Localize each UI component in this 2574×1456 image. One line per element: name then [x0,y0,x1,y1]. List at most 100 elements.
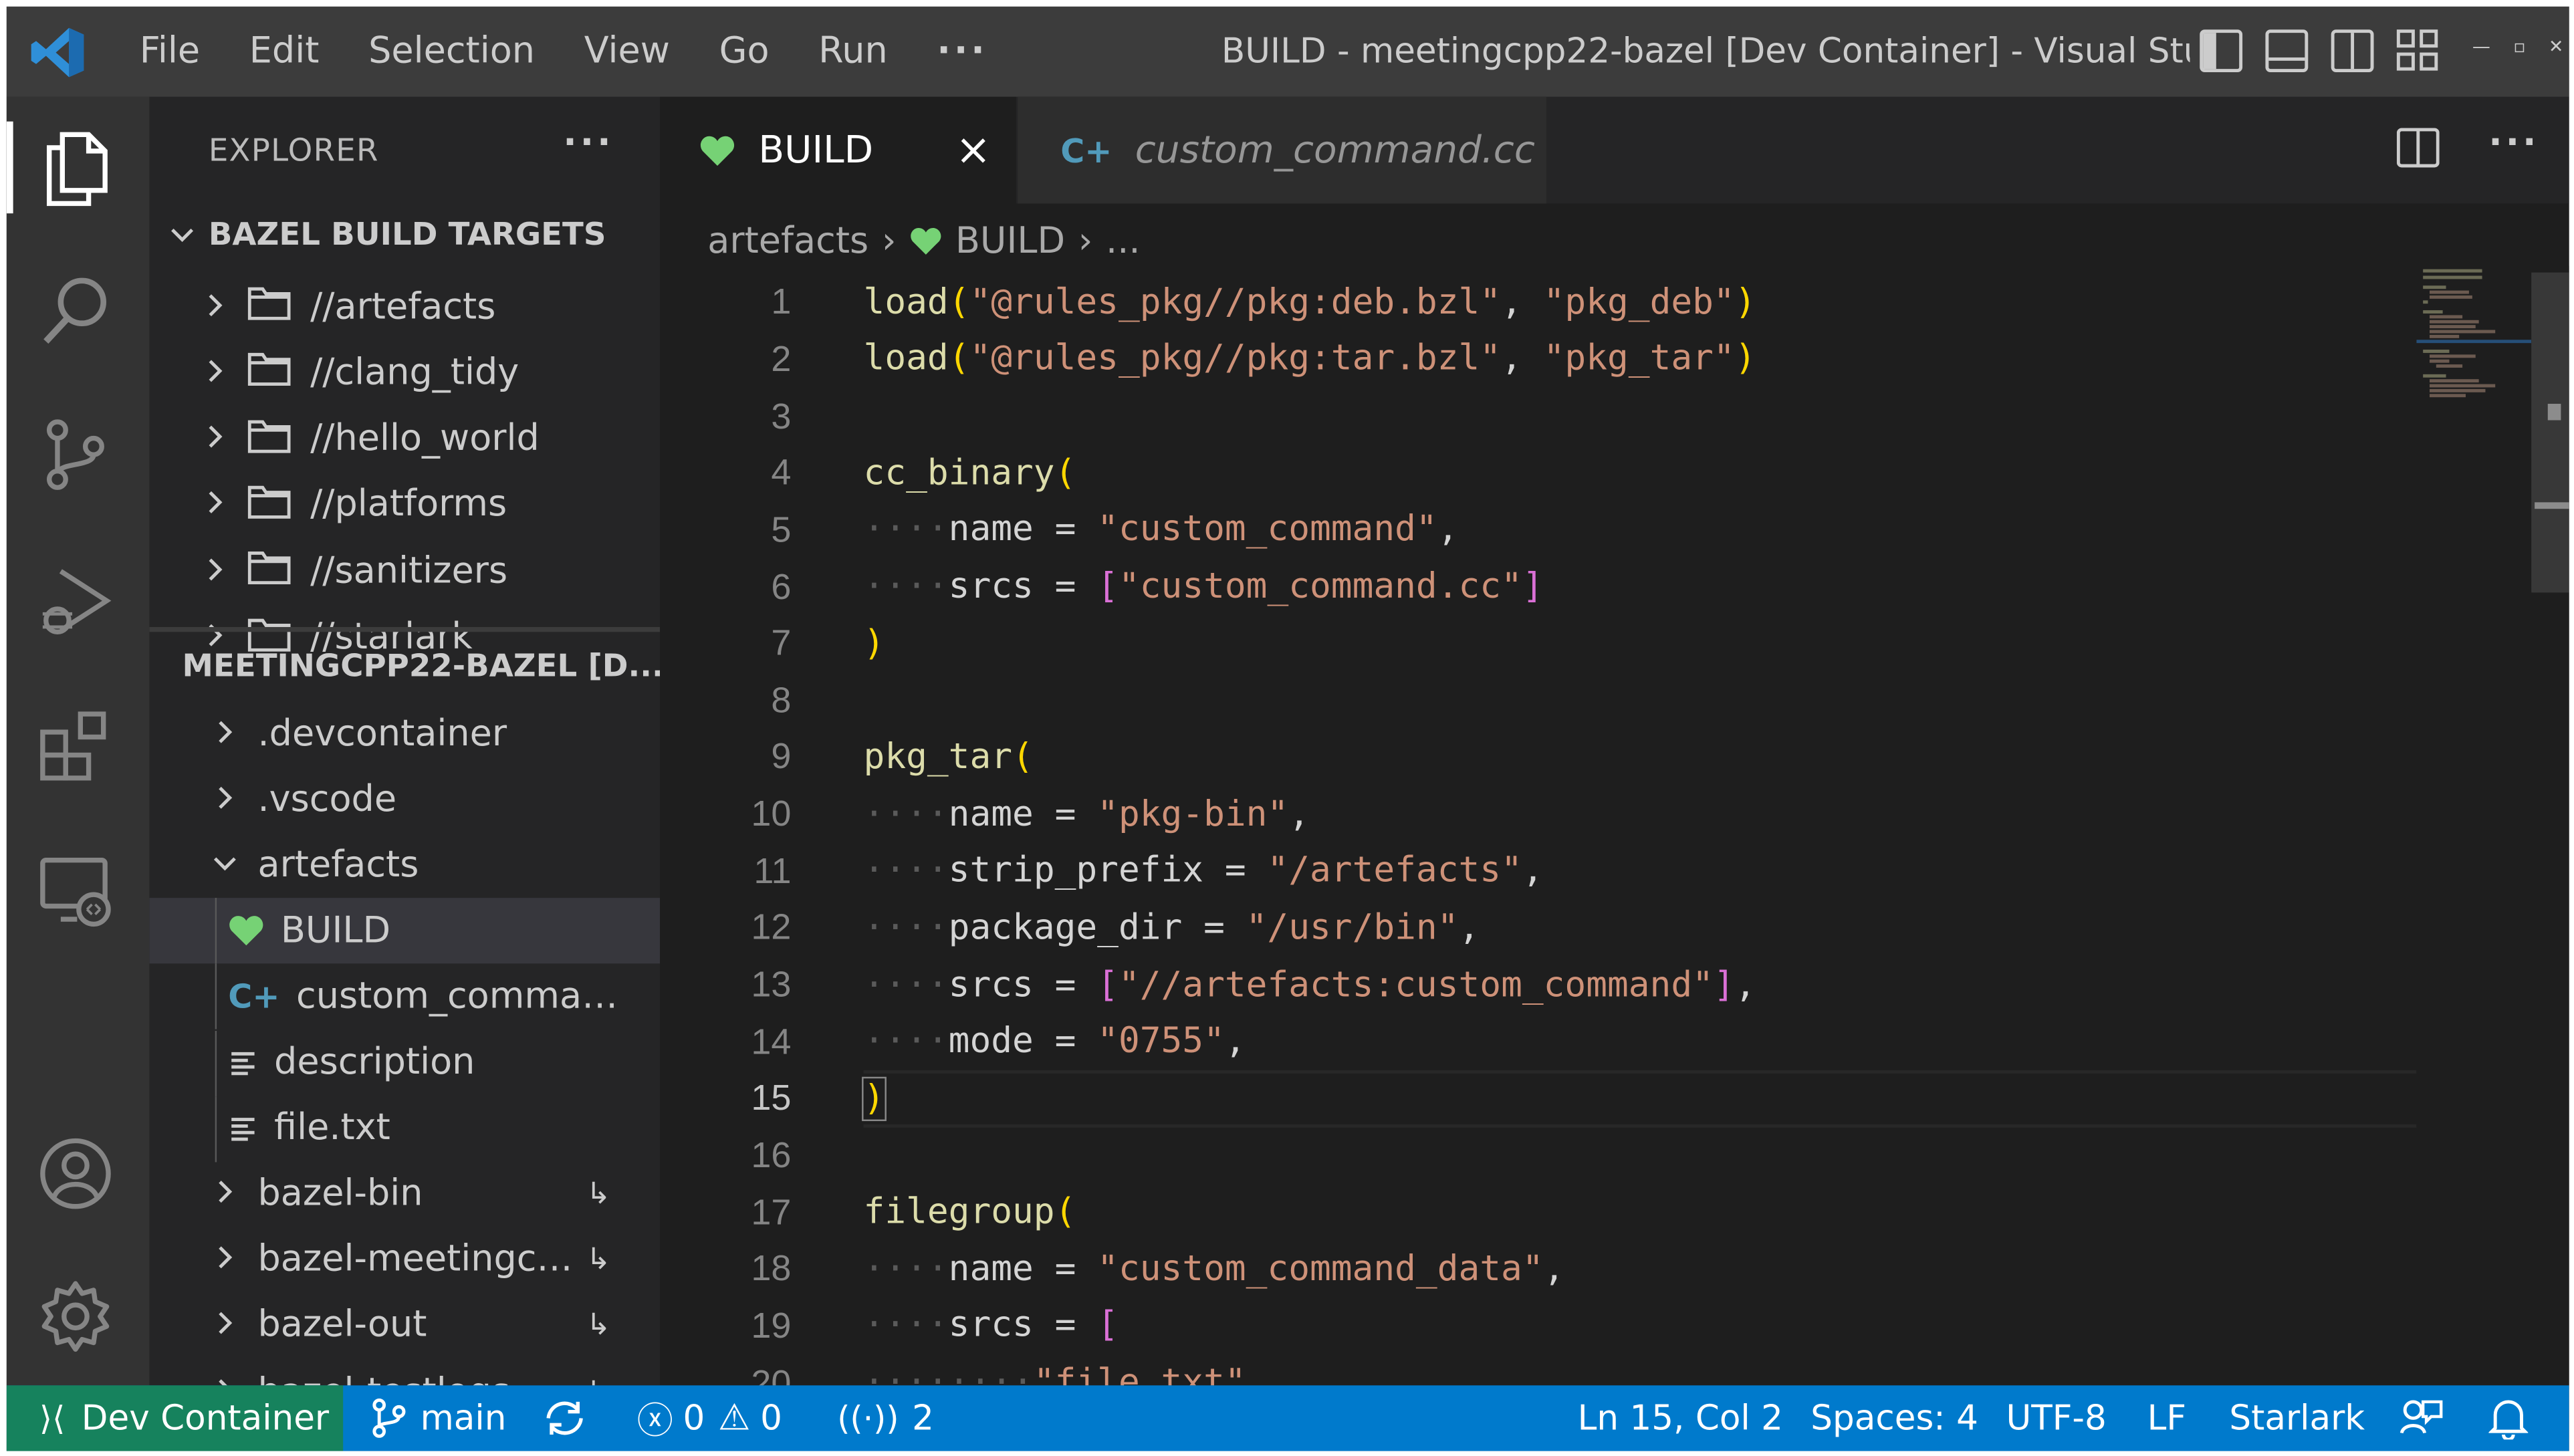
file-tree-item[interactable]: .vscode [149,767,660,832]
restore-icon[interactable]: ▫ [2513,36,2525,57]
tab-build[interactable]: BUILD × [660,96,1016,204]
file-tree-item[interactable]: artefacts [149,832,660,898]
menu-selection[interactable]: Selection [368,31,535,72]
git-branch-icon [372,1399,406,1438]
ports-indicator[interactable]: ((·)) 2 [837,1385,934,1451]
code-token: ) [1734,281,1756,324]
code-line: 8 [660,673,2416,729]
chevron-right-icon [202,551,228,592]
line-number: 13 [751,963,792,1005]
file-tree-item[interactable]: bazel-meetingcp... ↳ [149,1227,660,1293]
remote-label: Dev Container [81,1399,330,1438]
code-token: ( [1012,737,1034,778]
run-debug-icon[interactable] [29,556,122,648]
file-tree-item[interactable]: bazel-bin ↳ [149,1162,660,1227]
line-ending[interactable]: LF [2147,1385,2186,1451]
menu-go[interactable]: Go [719,31,770,72]
code-line: 13 ····srcs = ["//artefacts:custom_comman… [660,957,2416,1013]
line-number: 16 [751,1134,792,1176]
breadcrumb-file[interactable]: BUILD [955,221,1065,261]
file-tree-item[interactable]: description [149,1029,660,1096]
toggle-secondary-sidebar-icon[interactable] [2331,29,2374,73]
tab-custom-command-cc[interactable]: C+ custom_command.cc [1018,96,1546,204]
file-tree-item[interactable]: C+ custom_command.cc [149,964,660,1030]
code-token: , [1458,907,1480,949]
status-bar: ⟩⟨ Dev Container main ⓧ 0 ⚠ 0 ((·)) 2 Ln… [6,1385,2569,1451]
feedback-icon[interactable] [2400,1385,2443,1451]
bazel-target-item[interactable]: //artefacts [149,274,660,340]
notifications-bell-icon[interactable] [2488,1385,2529,1451]
file-tree-label: description [274,1042,475,1084]
editor-more-icon[interactable]: ··· [2488,126,2539,169]
branch-indicator[interactable]: main [371,1385,506,1451]
file-tree-item[interactable]: BUILD [149,898,661,965]
line-source: ····mode = "0755", [864,1021,1246,1062]
sync-icon[interactable] [542,1385,588,1451]
menu-view[interactable]: View [584,31,670,72]
explorer-sidebar: EXPLORER ··· BAZEL BUILD TARGETS //artef… [149,96,661,1386]
code-token: ···· [863,850,949,892]
code-line: 7) [660,616,2416,673]
breadcrumb-symbols[interactable]: ... [1106,221,1141,261]
menu-bar: File Edit Selection View Go Run ··· [115,7,1013,97]
menu-more[interactable]: ··· [937,31,987,72]
toggle-primary-sidebar-icon[interactable] [2200,29,2243,73]
chevron-right-icon: › [1078,221,1093,262]
manage-gear-icon[interactable] [29,1270,122,1362]
bazel-target-item[interactable]: //hello_world [149,406,660,472]
menu-edit[interactable]: Edit [249,31,320,72]
search-icon[interactable] [29,264,122,356]
close-window-icon[interactable]: ✕ [2549,36,2564,57]
bazel-target-label: //clang_tidy [310,352,519,394]
code-line: 12 ····package_dir = "/usr/bin", [660,900,2416,957]
editor-tab-bar: BUILD × C+ custom_command.cc ··· [660,96,2569,204]
bazel-target-item[interactable]: //clang_tidy [149,340,660,406]
code-token: srcs = [948,964,1098,1006]
file-tree-item[interactable]: .devcontainer [149,701,660,766]
encoding[interactable]: UTF-8 [2006,1385,2106,1451]
line-number: 10 [751,793,792,834]
file-tree-label: bazel-meetingcp... [257,1239,580,1281]
code-token: "custom_command_data" [1097,1249,1544,1290]
file-tree-item[interactable]: bazel-testlogs ↳ [149,1359,660,1386]
bazel-file-icon [700,135,735,165]
chevron-right-icon [212,1371,238,1386]
remote-indicator[interactable]: ⟩⟨ Dev Container [6,1385,344,1451]
bazel-target-item[interactable]: //platforms [149,473,660,538]
line-number: 9 [771,736,792,777]
menu-run[interactable]: Run [818,31,888,72]
minimize-icon[interactable]: — [2472,36,2490,57]
minimap[interactable] [2416,266,2532,447]
code-token: , [1437,509,1459,551]
workspace-section-header[interactable]: MEETINGCPP22-BAZEL [D... [149,637,661,696]
file-tree-item[interactable]: file.txt [149,1096,660,1162]
code-token: ···· [863,509,949,551]
file-tree-item[interactable]: bazel-out ↳ [149,1294,660,1359]
menu-file[interactable]: File [140,31,200,72]
code-editor[interactable]: 1 load("@rules_pkg//pkg:deb.bzl", "pkg_de… [660,274,2417,1385]
file-tree-label: .devcontainer [257,713,507,755]
explorer-icon[interactable] [6,121,122,214]
bazel-target-item[interactable]: //sanitizers [149,539,660,604]
editor-scrollbar[interactable] [2531,265,2569,1386]
customize-layout-icon[interactable] [2396,29,2440,72]
vscode-logo-icon [31,27,84,78]
language-mode[interactable]: Starlark [2229,1385,2365,1451]
extensions-icon[interactable] [29,701,122,793]
breadcrumb-folder[interactable]: artefacts [707,221,868,261]
code-token: load [863,281,949,324]
line-number: 14 [751,1020,792,1062]
toggle-panel-icon[interactable] [2265,29,2309,73]
bazel-targets-section-header[interactable]: BAZEL BUILD TARGETS [149,205,660,264]
line-source: ····srcs = ["custom_command.cc"] [864,566,1544,607]
remote-explorer-icon[interactable] [29,846,122,938]
sidebar-more-button[interactable]: ··· [563,123,614,164]
split-editor-icon[interactable] [2396,126,2440,169]
problems-indicator[interactable]: ⓧ 0 ⚠ 0 [637,1385,782,1451]
source-control-icon[interactable] [29,408,122,501]
indentation[interactable]: Spaces: 4 [1810,1385,1978,1451]
accounts-icon[interactable] [29,1128,122,1220]
scrollbar-thumb[interactable] [2531,272,2569,593]
close-tab-icon[interactable]: × [955,126,991,175]
cursor-position[interactable]: Ln 15, Col 2 [1578,1385,1783,1451]
